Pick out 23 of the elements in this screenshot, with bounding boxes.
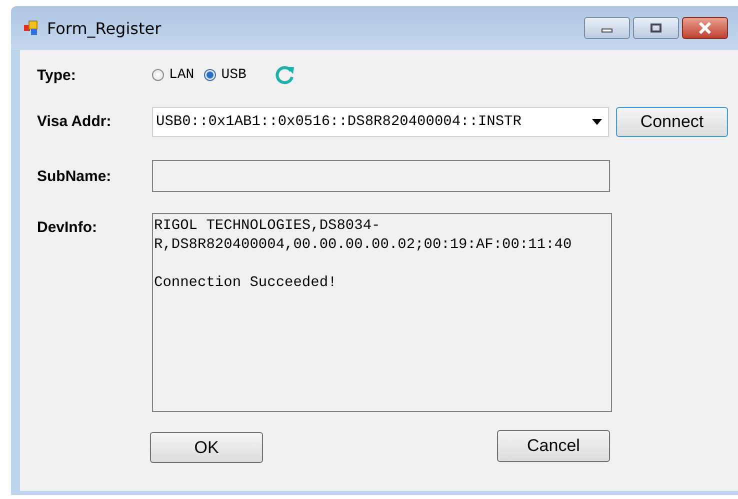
maximize-button[interactable] bbox=[633, 17, 679, 39]
field-label: DevInfo: bbox=[37, 219, 98, 236]
window-title: Form_Register bbox=[47, 18, 162, 38]
info-text-area[interactable]: RIGOL TECHNOLOGIES,DS8034- R,DS8R820400004,00.00.00.00.02;00:19:AF:00:11:40 Connection Succeeded! bbox=[152, 213, 612, 412]
text-line: RIGOL TECHNOLOGIES,DS8034- bbox=[154, 217, 382, 236]
app-icon bbox=[23, 20, 39, 36]
ok-button[interactable]: OK bbox=[150, 432, 263, 463]
field-label: SubName: bbox=[37, 168, 112, 184]
field-label: Type: bbox=[37, 66, 77, 84]
radio-option[interactable]: LAN bbox=[152, 67, 194, 83]
close-icon bbox=[697, 22, 713, 34]
connect-button[interactable]: Connect bbox=[616, 106, 728, 136]
input-field[interactable] bbox=[152, 160, 610, 192]
cancel-button[interactable]: Cancel bbox=[497, 430, 610, 462]
radio-option[interactable]: USB bbox=[204, 67, 246, 83]
close-button[interactable] bbox=[682, 17, 728, 39]
text-line: R,DS8R820400004,00.00.00.00.02;00:19:AF:00:11:40 bbox=[154, 236, 573, 255]
minimize-button[interactable] bbox=[584, 17, 630, 39]
address-dropdown[interactable]: USB0::0x1AB1::0x0516::DS8R820400004::INSTR bbox=[152, 106, 609, 136]
caret-icon bbox=[592, 118, 602, 124]
text-line: Connection Succeeded! bbox=[154, 274, 338, 293]
maximize-icon bbox=[649, 23, 663, 33]
field-label: Visa Addr: bbox=[37, 113, 112, 130]
